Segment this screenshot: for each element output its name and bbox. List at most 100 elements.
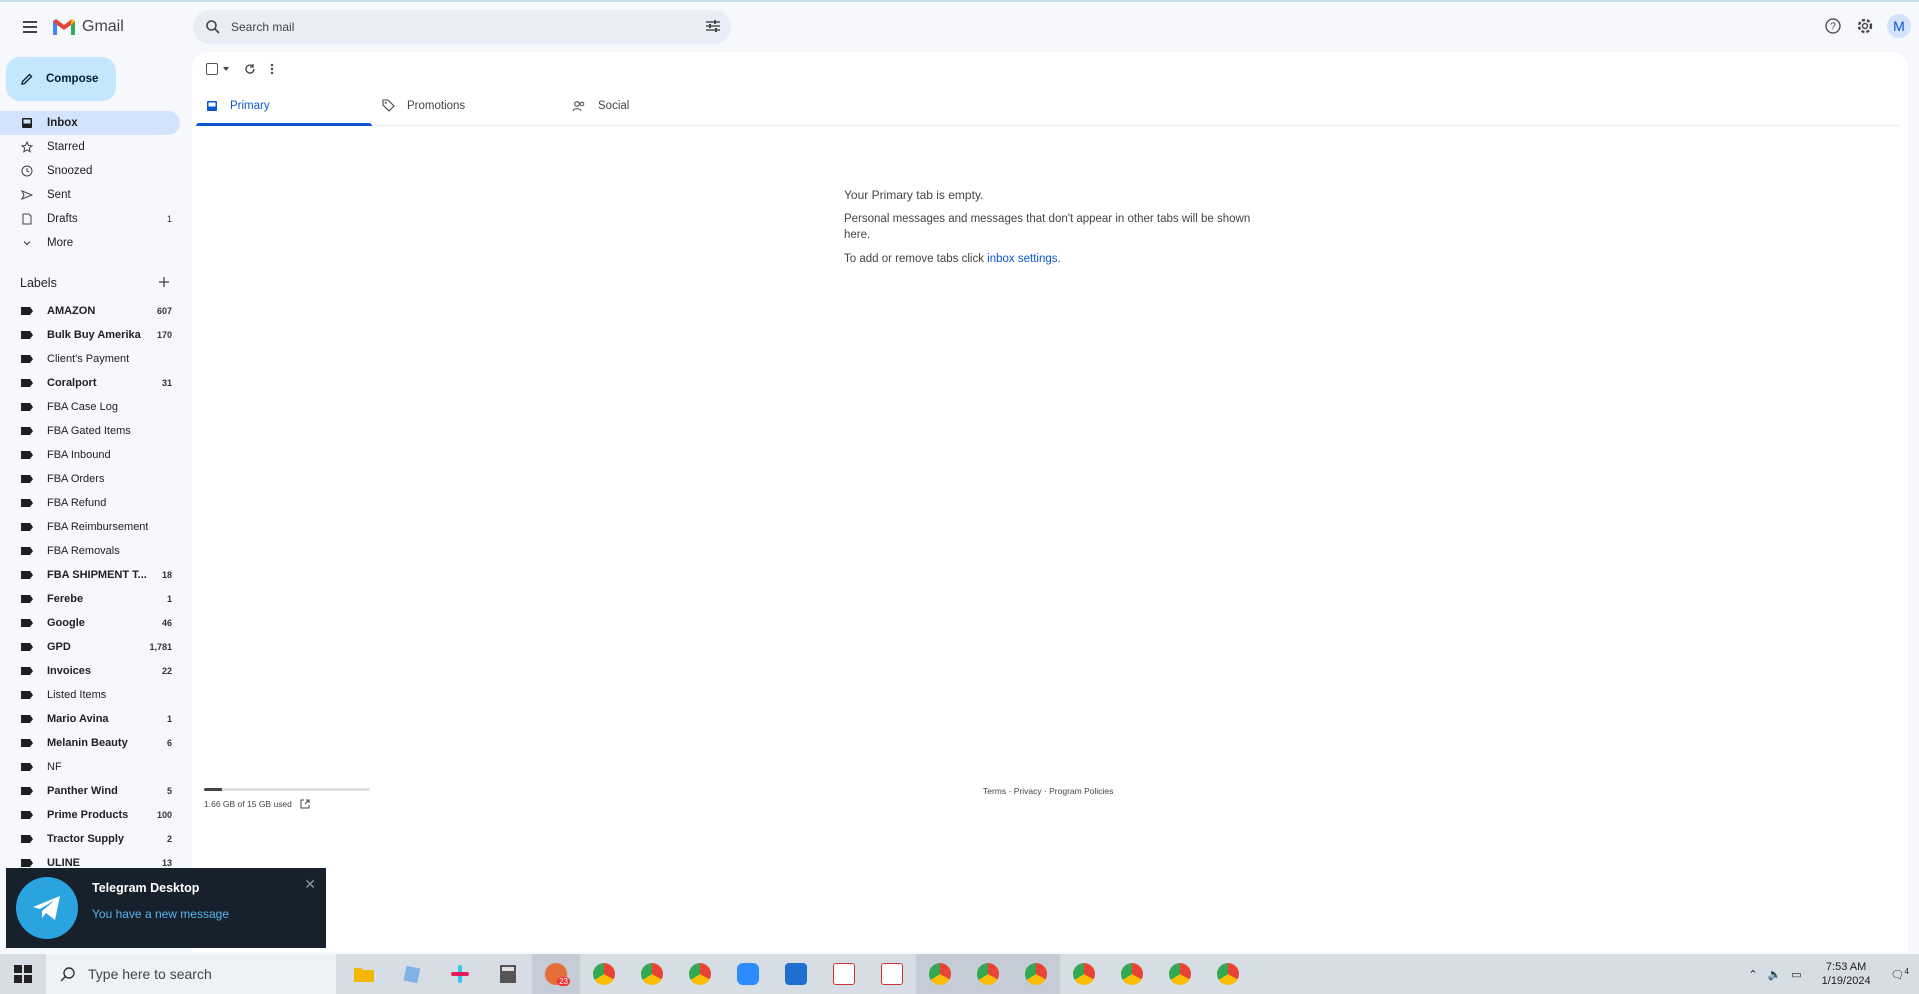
label-item[interactable]: Google 46 [0, 611, 180, 635]
calculator-icon[interactable] [484, 954, 532, 994]
chevron-up-icon[interactable]: ⌃ [1748, 968, 1757, 981]
select-all-checkbox[interactable] [206, 63, 230, 75]
label-item[interactable]: FBA Orders [0, 467, 180, 491]
label-name: FBA Gated Items [47, 425, 131, 437]
label-item[interactable]: Coralport 31 [0, 371, 180, 395]
windows-start-button[interactable] [0, 954, 46, 994]
label-tag-icon [21, 667, 33, 675]
program-policies-link[interactable]: Program Policies [1049, 786, 1113, 796]
nav-item-inbox[interactable]: Inbox [0, 111, 180, 135]
file-explorer-icon[interactable] [340, 954, 388, 994]
chrome-icon[interactable] [964, 954, 1012, 994]
label-name: Tractor Supply [47, 833, 125, 845]
label-count: 1 [166, 714, 172, 724]
nav-item-sent[interactable]: Sent [0, 183, 180, 207]
label-item[interactable]: NF [0, 755, 180, 779]
notification-message: You have a new message [92, 907, 229, 921]
label-tag-icon [21, 427, 33, 435]
nav-item-starred[interactable]: Starred [0, 135, 180, 159]
search-icon[interactable] [205, 19, 221, 35]
nav-label: Starred [47, 141, 85, 153]
caret-down-icon[interactable] [222, 66, 230, 72]
tab-social[interactable]: Social [562, 86, 738, 125]
mailbox-nav: Inbox Starred Snoozed Sent Drafts 1 More [0, 111, 190, 255]
account-avatar[interactable]: M [1887, 14, 1911, 38]
label-item[interactable]: FBA Inbound [0, 443, 180, 467]
chrome-icon[interactable] [676, 954, 724, 994]
notifications-icon[interactable]: 🗨4 [1891, 967, 1909, 982]
settings-gear-icon[interactable] [1855, 16, 1875, 36]
label-count: 100 [156, 810, 172, 820]
label-item[interactable]: Client's Payment [0, 347, 180, 371]
more-vert-icon[interactable] [270, 63, 274, 75]
chrome-icon[interactable] [916, 954, 964, 994]
telegram-badge: 23 [557, 977, 570, 986]
chrome-icon[interactable] [1108, 954, 1156, 994]
search-bar[interactable] [193, 10, 731, 44]
clock[interactable]: 7:53 AM 1/19/2024 [1822, 960, 1871, 988]
label-count: 13 [161, 858, 172, 868]
label-item[interactable]: Invoices 22 [0, 659, 180, 683]
notepad-icon[interactable] [388, 954, 436, 994]
checkbox[interactable] [206, 63, 218, 75]
label-name: Prime Products [47, 809, 129, 821]
inbox-settings-link[interactable]: inbox settings [987, 253, 1057, 265]
network-icon[interactable]: ▭ [1791, 968, 1801, 981]
label-tag-icon [21, 715, 33, 723]
search-input[interactable] [231, 20, 671, 34]
slack-icon[interactable] [436, 954, 484, 994]
label-item[interactable]: FBA Reimbursement [0, 515, 180, 539]
label-name: NF [47, 761, 62, 773]
chrome-icon[interactable] [1156, 954, 1204, 994]
label-item[interactable]: GPD 1,781 [0, 635, 180, 659]
tab-promotions[interactable]: Promotions [372, 86, 562, 125]
label-item[interactable]: Prime Products 100 [0, 803, 180, 827]
label-item[interactable]: FBA Removals [0, 539, 180, 563]
nav-item-drafts[interactable]: Drafts 1 [0, 207, 180, 231]
compose-button[interactable]: Compose [6, 57, 116, 101]
settings-suffix: . [1057, 253, 1061, 265]
telegram-notification[interactable]: Telegram Desktop You have a new message … [6, 868, 326, 948]
close-icon[interactable]: ✕ [304, 876, 316, 893]
add-label-button[interactable] [158, 276, 170, 291]
search-options-icon[interactable] [705, 19, 721, 33]
label-item[interactable]: FBA Case Log [0, 395, 180, 419]
nav-item-more[interactable]: More [0, 231, 180, 255]
gmail-logo[interactable]: Gmail [52, 18, 124, 36]
main-menu-button[interactable] [18, 15, 42, 39]
label-item[interactable]: Bulk Buy Amerika 170 [0, 323, 180, 347]
tag-icon [382, 99, 395, 112]
empty-title: Your Primary tab is empty. [844, 188, 984, 202]
volume-icon[interactable]: 🔈 [1768, 968, 1782, 981]
label-item[interactable]: Ferebe 1 [0, 587, 180, 611]
label-item[interactable]: FBA SHIPMENT T... 18 [0, 563, 180, 587]
nav-item-snoozed[interactable]: Snoozed [0, 159, 180, 183]
r-app-icon[interactable] [772, 954, 820, 994]
chrome-icon[interactable] [580, 954, 628, 994]
terms-link[interactable]: Terms [983, 786, 1006, 796]
chrome-icon[interactable] [1060, 954, 1108, 994]
label-tag-icon [21, 355, 33, 363]
label-item[interactable]: Listed Items [0, 683, 180, 707]
zoom-icon[interactable] [724, 954, 772, 994]
telegram-taskbar-icon[interactable]: 23 [532, 954, 580, 994]
label-item[interactable]: FBA Gated Items [0, 419, 180, 443]
open-in-new-icon[interactable] [300, 799, 310, 809]
label-item[interactable]: Panther Wind 5 [0, 779, 180, 803]
refresh-icon[interactable] [244, 63, 256, 75]
chart-app-icon[interactable] [820, 954, 868, 994]
label-item[interactable]: FBA Refund [0, 491, 180, 515]
chrome-icon[interactable] [1204, 954, 1252, 994]
tab-primary[interactable]: Primary [196, 86, 372, 126]
chart-app-icon[interactable] [868, 954, 916, 994]
label-item[interactable]: AMAZON 607 [0, 299, 180, 323]
taskbar-search[interactable]: Type here to search [46, 954, 336, 994]
label-name: Panther Wind [47, 785, 118, 797]
chrome-icon[interactable] [1012, 954, 1060, 994]
label-item[interactable]: Tractor Supply 2 [0, 827, 180, 851]
help-icon[interactable]: ? [1823, 16, 1843, 36]
chrome-icon[interactable] [628, 954, 676, 994]
label-item[interactable]: Melanin Beauty 6 [0, 731, 180, 755]
privacy-link[interactable]: Privacy [1014, 786, 1042, 796]
label-item[interactable]: Mario Avina 1 [0, 707, 180, 731]
